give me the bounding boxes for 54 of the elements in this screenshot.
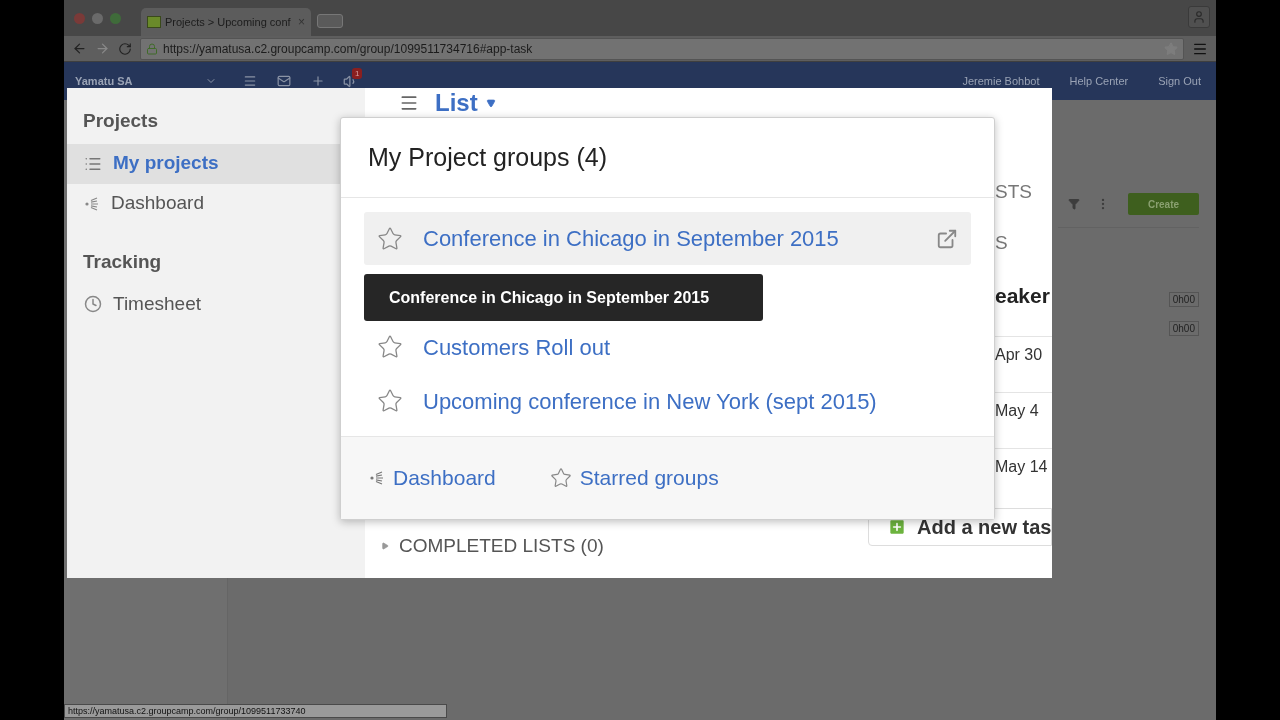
tab-title: Projects > Upcoming conf [165, 14, 292, 30]
star-icon [549, 467, 572, 489]
footer-link[interactable]: Starred groups [549, 462, 719, 494]
dashboard-icon [369, 470, 385, 486]
star-icon[interactable] [377, 388, 403, 414]
time-chip[interactable]: 0h00 [1168, 292, 1199, 307]
popup-title: My Project groups (4) [368, 141, 607, 173]
completed-lists-toggle[interactable]: COMPLETED LISTS (0) [399, 532, 604, 561]
project-group-item[interactable]: Upcoming conference in New York (sept 2015) [364, 374, 971, 428]
tooltip: Conference in Chicago in September 2015 [364, 274, 763, 321]
org-name[interactable]: Yamatu SA [75, 72, 205, 90]
new-tab-button[interactable] [317, 14, 343, 28]
status-url: https://yamatusa.c2.groupcamp.com/group/1099511733740 [64, 704, 447, 718]
back-icon[interactable] [72, 41, 87, 56]
project-group-link[interactable]: Conference in Chicago in September 2015 [423, 222, 839, 255]
lock-icon [146, 42, 158, 55]
menu-icon[interactable] [399, 93, 419, 113]
caret-icon [485, 98, 496, 108]
nav-link[interactable]: Help Center [1069, 72, 1129, 90]
plus-icon[interactable] [311, 74, 325, 88]
project-group-item[interactable]: Conference in Chicago in September 2015 [364, 212, 971, 265]
expand-icon[interactable] [381, 542, 389, 551]
star-icon[interactable] [377, 334, 403, 360]
minimize-window-icon[interactable] [92, 12, 103, 24]
browser-tab[interactable]: Projects > Upcoming conf × [141, 8, 311, 36]
favicon-icon [147, 16, 161, 28]
project-group-item[interactable]: Customers Roll out [364, 320, 971, 374]
project-group-link[interactable]: Customers Roll out [423, 330, 611, 364]
url-text: https://yamatusa.c2.groupcamp.com/group/1099511734716#app-task [163, 40, 534, 58]
footer-link[interactable]: Dashboard [369, 462, 496, 494]
notification-badge: 1 [352, 67, 363, 79]
star-icon[interactable] [377, 225, 403, 252]
nav-link[interactable]: Sign Out [1158, 72, 1201, 90]
section-title: Projects [82, 109, 159, 133]
list-text: STS [995, 180, 1033, 204]
list-text: eaker [995, 283, 1051, 309]
nav-link[interactable]: Jeremie Bohbot [962, 72, 1040, 90]
list-text: S [995, 231, 1009, 255]
time-chip[interactable]: 0h00 [1168, 321, 1199, 336]
view-switcher[interactable]: List [435, 91, 496, 115]
create-button[interactable]: Create [1128, 193, 1199, 215]
maximize-window-icon[interactable] [110, 12, 121, 24]
address-field[interactable]: https://yamatusa.c2.groupcamp.com/group/1099511734716#app-task [140, 37, 1184, 60]
filter-icon[interactable] [1068, 198, 1080, 210]
reload-icon[interactable] [118, 41, 132, 56]
profile-icon[interactable] [1192, 10, 1206, 24]
forward-icon[interactable] [95, 41, 110, 56]
external-link-icon[interactable] [936, 227, 958, 250]
menu-icon[interactable] [243, 74, 257, 88]
clock-icon [84, 295, 102, 313]
dashboard-icon [84, 195, 100, 212]
project-group-link[interactable]: Upcoming conference in New York (sept 2015) [423, 384, 877, 418]
mail-icon[interactable] [277, 74, 291, 88]
section-title: Tracking [82, 249, 163, 274]
